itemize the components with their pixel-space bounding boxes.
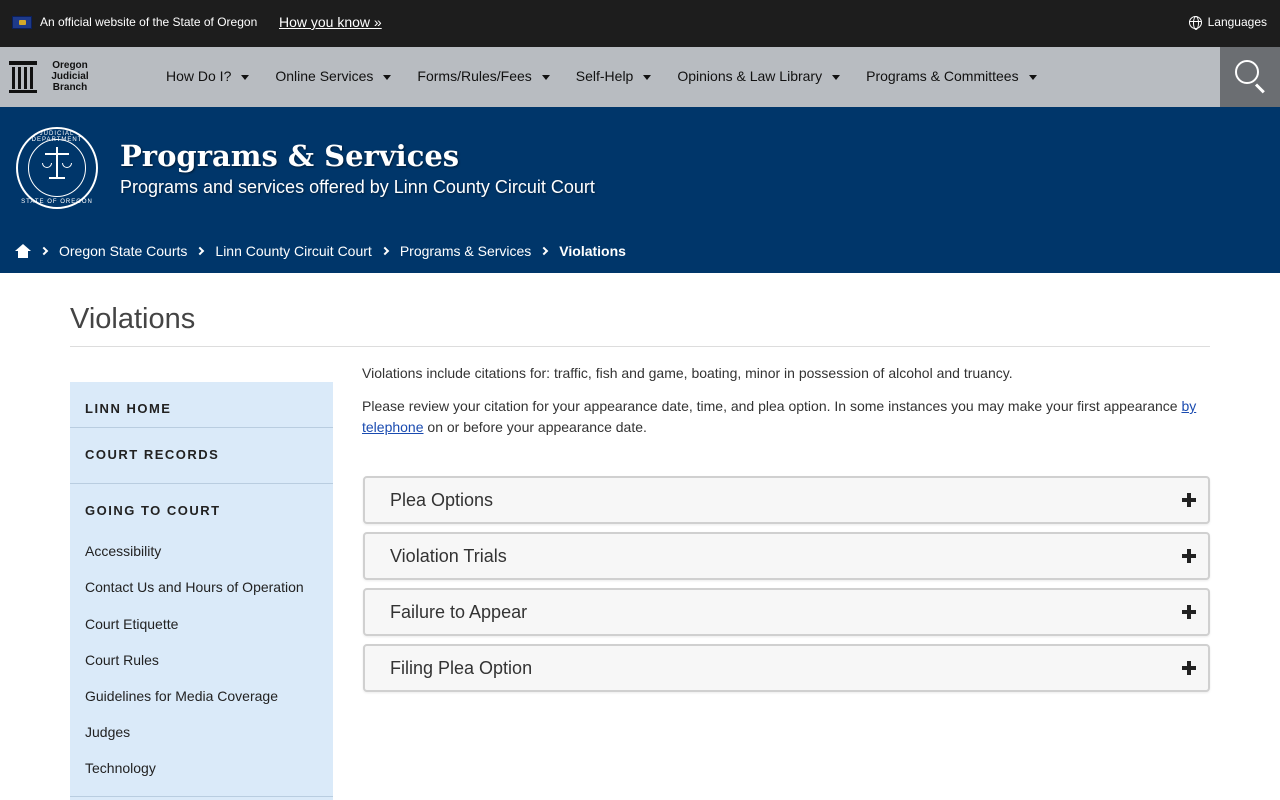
caret-down-icon [383,74,392,80]
chevron-right-icon [39,246,49,256]
globe-icon [1188,15,1202,30]
ojb-logo-text: Oregon Judicial Branch [51,60,89,93]
caret-down-icon [832,74,841,80]
caret-down-icon [241,74,250,80]
title-divider [70,346,1210,347]
plus-icon [1182,493,1196,507]
chevron-right-icon [196,246,205,256]
search-button[interactable] [1220,47,1280,107]
sidebar-divider [70,796,333,797]
chevron-right-icon [540,246,549,256]
home-icon[interactable] [15,244,31,258]
sidebar-link-contact-us[interactable]: Contact Us and Hours of Operation [85,579,304,595]
judicial-department-seal: JUDICIAL DEPARTMENT STATE OF OREGON [16,127,98,209]
how-you-know-link[interactable]: How you know » [279,14,382,30]
languages-label: Languages [1207,15,1267,29]
sidebar-divider [70,483,333,484]
main-navigation: Oregon Judicial Branch How Do I? Online … [0,47,1280,107]
nav-item-forms-rules-fees[interactable]: Forms/Rules/Fees [417,68,550,84]
caret-down-icon [1028,74,1037,80]
nav-item-self-help[interactable]: Self-Help [576,68,652,84]
accordion-failure-to-appear[interactable]: Failure to Appear [363,588,1210,636]
accordion-label: Violation Trials [390,546,507,566]
banner-subtitle: Programs and services offered by Linn Co… [120,177,595,197]
review-citation-text: Please review your citation for your app… [362,398,1197,435]
oregon-flag-icon [12,16,32,29]
pillar-icon [9,60,37,93]
caret-down-icon [643,74,652,80]
ojb-logo[interactable]: Oregon Judicial Branch [9,60,95,93]
sidebar-divider [70,427,333,428]
sidebar-link-court-etiquette[interactable]: Court Etiquette [85,616,178,632]
chevron-right-icon [380,246,390,256]
breadcrumb-linn-county-circuit-court[interactable]: Linn County Circuit Court [215,243,371,259]
sidebar-link-media-coverage[interactable]: Guidelines for Media Coverage [85,688,278,704]
accordion-label: Failure to Appear [390,602,528,622]
accordion-plea-options[interactable]: Plea Options [363,476,1210,524]
nav-item-online-services[interactable]: Online Services [275,68,392,84]
languages-button[interactable]: Languages [1188,15,1267,30]
breadcrumb-current: Violations [559,243,626,259]
nav-item-programs-committees[interactable]: Programs & Committees [866,68,1037,84]
sidebar-link-judges[interactable]: Judges [85,724,130,740]
plus-icon [1182,605,1196,619]
sidebar-linn-home[interactable]: LINN HOME [85,401,171,416]
sidebar-court-records[interactable]: COURT RECORDS [85,447,219,462]
sidebar-nav: LINN HOME COURT RECORDS GOING TO COURT A… [70,382,333,800]
accordion-label: Plea Options [390,490,494,510]
official-website-text: An official website of the State of Oreg… [40,15,258,29]
nav-menu: How Do I? Online Services Forms/Rules/Fe… [166,68,1063,84]
official-banner: An official website of the State of Oreg… [0,0,1280,47]
banner-title: Programs & Services [120,139,460,173]
page-title: Violations [70,303,196,335]
nav-item-how-do-i[interactable]: How Do I? [166,68,250,84]
accordion-label: Filing Plea Option [390,658,533,678]
caret-down-icon [541,74,550,80]
plus-icon [1182,661,1196,675]
sidebar-link-court-rules[interactable]: Court Rules [85,652,159,668]
breadcrumb-programs-services[interactable]: Programs & Services [400,243,531,259]
page-banner: JUDICIAL DEPARTMENT STATE OF OREGON Prog… [0,107,1280,273]
sidebar-link-technology[interactable]: Technology [85,760,156,776]
nav-item-opinions-law-library[interactable]: Opinions & Law Library [677,68,841,84]
intro-text: Violations include citations for: traffi… [362,365,1013,381]
plus-icon [1182,549,1196,563]
search-icon [1235,60,1259,84]
breadcrumb-oregon-state-courts[interactable]: Oregon State Courts [59,243,187,259]
sidebar-link-accessibility[interactable]: Accessibility [85,543,161,559]
scales-icon [45,153,69,155]
accordion-filing-plea-option[interactable]: Filing Plea Option [363,644,1210,692]
accordion-violation-trials[interactable]: Violation Trials [363,532,1210,580]
sidebar-going-to-court[interactable]: GOING TO COURT [85,503,221,518]
breadcrumb: Oregon State Courts Linn County Circuit … [15,243,626,259]
